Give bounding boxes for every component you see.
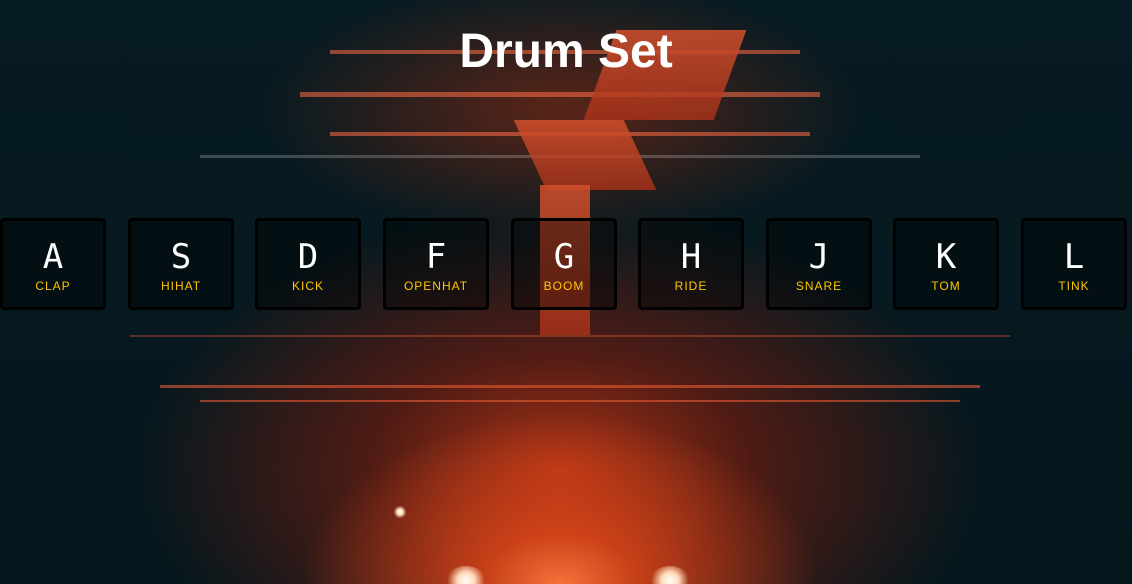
key-letter: F [425, 237, 447, 277]
key-letter: J [808, 237, 830, 277]
spiral-sculpture [513, 120, 657, 190]
stage-truss [160, 385, 980, 388]
drum-key-tom[interactable]: K TOM [893, 218, 999, 310]
drum-key-hihat[interactable]: S HIHAT [128, 218, 234, 310]
drum-key-boom[interactable]: G BOOM [511, 218, 617, 310]
drum-key-openhat[interactable]: F OPENHAT [383, 218, 489, 310]
key-letter: K [935, 237, 957, 277]
drum-key-clap[interactable]: A CLAP [0, 218, 106, 310]
key-letter: D [297, 237, 319, 277]
page-title: Drum Set [459, 25, 673, 78]
key-letter: H [680, 237, 702, 277]
drum-key-kick[interactable]: D KICK [255, 218, 361, 310]
stage-light [650, 566, 690, 584]
stage-light [394, 506, 406, 518]
key-letter: A [42, 237, 64, 277]
sound-label: OPENHAT [403, 279, 469, 293]
key-letter: L [1063, 237, 1085, 277]
stage-truss [130, 335, 1010, 337]
sound-label: KICK [291, 279, 324, 293]
drum-key-ride[interactable]: H RIDE [638, 218, 744, 310]
ceiling-truss [300, 92, 820, 97]
sound-label: SNARE [795, 279, 843, 293]
drum-key-snare[interactable]: J SNARE [766, 218, 872, 310]
drum-keys: A CLAP S HIHAT D KICK F OPENHAT G BOOM H… [0, 218, 1132, 310]
key-letter: G [553, 237, 575, 277]
stage-light [446, 566, 486, 584]
sound-label: BOOM [543, 279, 585, 293]
sound-label: RIDE [674, 279, 708, 293]
sound-label: TOM [931, 279, 961, 293]
drum-key-tink[interactable]: L TINK [1021, 218, 1127, 310]
key-letter: S [170, 237, 192, 277]
sound-label: HIHAT [160, 279, 202, 293]
sound-label: TINK [1058, 279, 1090, 293]
stage-truss [200, 400, 960, 402]
sound-label: CLAP [35, 279, 71, 293]
